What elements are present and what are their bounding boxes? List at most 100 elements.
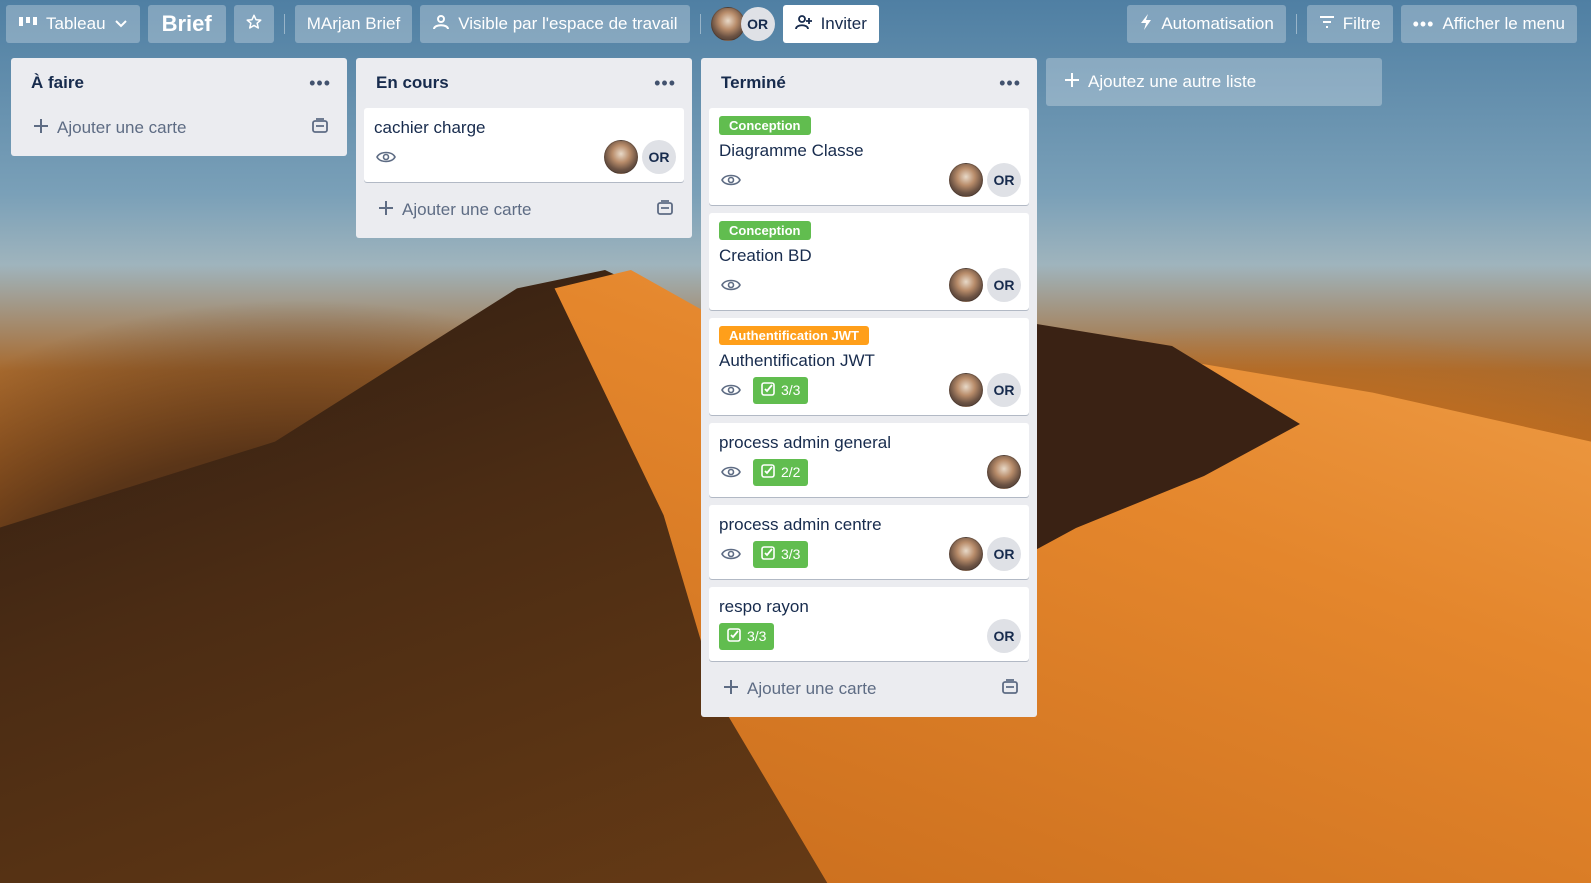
plus-icon: [1064, 72, 1080, 93]
header-divider: [699, 14, 701, 34]
card[interactable]: process admin centre 3/3 OR: [709, 505, 1029, 579]
checklist-count: 3/3: [781, 546, 801, 562]
eye-icon: [719, 460, 743, 484]
card-label: Authentification JWT: [719, 326, 869, 345]
board-title[interactable]: Brief: [147, 5, 226, 43]
template-icon[interactable]: [1001, 678, 1019, 700]
avatar[interactable]: [949, 373, 983, 407]
card[interactable]: process admin general 2/2: [709, 423, 1029, 497]
show-menu-button[interactable]: ••• Afficher le menu: [1400, 5, 1577, 43]
checklist-icon: [761, 545, 775, 563]
card-title: cachier charge: [374, 118, 486, 137]
filter-button[interactable]: Filtre: [1306, 5, 1393, 43]
eye-icon: [719, 378, 743, 402]
filter-label: Filtre: [1342, 14, 1381, 33]
more-icon: •••: [1412, 13, 1435, 34]
automation-button[interactable]: Automatisation: [1127, 5, 1286, 43]
avatar[interactable]: [949, 537, 983, 571]
avatar[interactable]: [949, 268, 983, 302]
add-card-button[interactable]: Ajouter une carte: [19, 108, 339, 148]
list-title[interactable]: Terminé: [721, 73, 786, 93]
eye-icon: [719, 273, 743, 297]
avatar-initials[interactable]: OR: [987, 268, 1021, 302]
avatar[interactable]: [710, 7, 745, 41]
add-list-label: Ajoutez une autre liste: [1088, 72, 1257, 91]
card[interactable]: cachier charge OR: [364, 108, 684, 182]
checklist-count: 2/2: [781, 464, 801, 480]
avatar-initials[interactable]: OR: [987, 163, 1021, 197]
list-in-progress: En cours ••• cachier charge OR Ajouter u…: [356, 58, 692, 238]
automation-label: Automatisation: [1161, 14, 1274, 33]
card[interactable]: Conception Diagramme Classe OR: [709, 108, 1029, 205]
board-icon: [18, 14, 38, 34]
add-list-button[interactable]: Ajoutez une autre liste: [1046, 58, 1382, 106]
checklist-icon: [761, 463, 775, 481]
list-done: Terminé ••• Conception Diagramme Classe …: [701, 58, 1037, 717]
star-button[interactable]: [233, 5, 274, 43]
star-icon: [245, 13, 263, 36]
avatar[interactable]: [987, 455, 1021, 489]
show-menu-label: Afficher le menu: [1442, 14, 1565, 33]
visibility-button[interactable]: Visible par l'espace de travail: [420, 5, 690, 43]
add-card-label: Ajouter une carte: [402, 200, 532, 219]
add-card-label: Ajouter une carte: [57, 118, 187, 137]
checklist-icon: [727, 627, 741, 645]
checklist-count: 3/3: [781, 382, 801, 398]
avatar-initials[interactable]: OR: [740, 7, 775, 41]
view-switcher-button[interactable]: Tableau: [6, 5, 140, 43]
eye-icon: [719, 168, 743, 192]
checklist-badge: 3/3: [719, 622, 775, 650]
workspace-button[interactable]: MArjan Brief: [294, 5, 413, 43]
list-title[interactable]: En cours: [376, 73, 449, 93]
visibility-label: Visible par l'espace de travail: [458, 14, 678, 33]
add-card-button[interactable]: Ajouter une carte: [364, 190, 684, 230]
avatar-initials[interactable]: OR: [987, 619, 1021, 653]
workspace-icon: [432, 14, 450, 35]
avatar[interactable]: [949, 163, 983, 197]
checklist-icon: [761, 381, 775, 399]
card-label: Conception: [719, 221, 811, 240]
list-header: Terminé •••: [709, 58, 1029, 108]
board-members: OR: [710, 7, 775, 41]
card-title: respo rayon: [719, 597, 809, 616]
list-todo: À faire ••• Ajouter une carte: [11, 58, 347, 156]
card[interactable]: Conception Creation BD OR: [709, 213, 1029, 310]
list-header: En cours •••: [364, 58, 684, 108]
plus-icon: [378, 200, 394, 221]
avatar-initials[interactable]: OR: [642, 140, 676, 174]
more-icon[interactable]: •••: [654, 73, 676, 94]
invite-label: Inviter: [820, 14, 867, 33]
eye-icon: [374, 145, 398, 169]
checklist-badge: 3/3: [753, 376, 809, 404]
avatar-initials[interactable]: OR: [987, 537, 1021, 571]
card[interactable]: respo rayon 3/3 OR: [709, 587, 1029, 661]
checklist-count: 3/3: [747, 628, 767, 644]
invite-button[interactable]: Inviter: [782, 5, 879, 43]
header-divider: [1295, 14, 1297, 34]
checklist-badge: 2/2: [753, 458, 809, 486]
card[interactable]: Authentification JWT Authentification JW…: [709, 318, 1029, 415]
template-icon[interactable]: [311, 117, 329, 139]
card-title: process admin general: [719, 433, 891, 452]
more-icon[interactable]: •••: [999, 73, 1021, 94]
card-title: Diagramme Classe: [719, 141, 864, 160]
list-header: À faire •••: [19, 58, 339, 108]
eye-icon: [719, 542, 743, 566]
card-title: process admin centre: [719, 515, 882, 534]
list-title[interactable]: À faire: [31, 73, 84, 93]
checklist-badge: 3/3: [753, 540, 809, 568]
add-card-label: Ajouter une carte: [747, 679, 877, 698]
view-switcher-label: Tableau: [46, 14, 106, 33]
card-label: Conception: [719, 116, 811, 135]
add-member-icon: [794, 14, 813, 35]
card-title: Authentification JWT: [719, 351, 875, 370]
lightning-icon: [1139, 13, 1153, 36]
more-icon[interactable]: •••: [309, 73, 331, 94]
add-card-button[interactable]: Ajouter une carte: [709, 669, 1029, 709]
card-title: Creation BD: [719, 246, 812, 265]
avatar[interactable]: [604, 140, 638, 174]
template-icon[interactable]: [656, 199, 674, 221]
filter-icon: [1319, 14, 1335, 34]
avatar-initials[interactable]: OR: [987, 373, 1021, 407]
plus-icon: [723, 679, 739, 700]
